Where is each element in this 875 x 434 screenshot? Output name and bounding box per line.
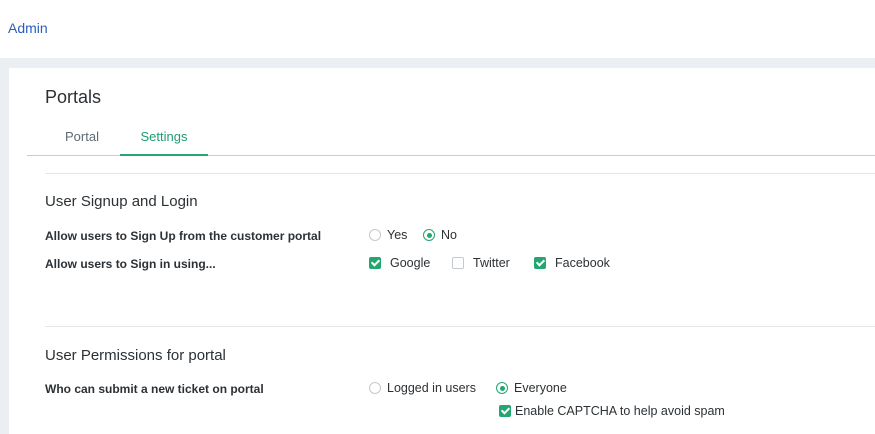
radio-yes-icon	[369, 229, 381, 241]
twitter-check-icon	[452, 257, 464, 269]
signin-facebook-checkbox[interactable]: Facebook	[534, 256, 610, 270]
tab-settings[interactable]: Settings	[120, 124, 208, 156]
section-divider	[45, 326, 875, 327]
google-check-icon	[369, 257, 381, 269]
signin-twitter-label: Twitter	[473, 256, 510, 270]
signup-yes-label: Yes	[387, 228, 408, 242]
submit-everyone-label: Everyone	[514, 381, 567, 395]
signin-google-checkbox[interactable]: Google	[369, 256, 430, 270]
signup-yes-radio[interactable]: Yes	[369, 228, 407, 242]
page-title: Portals	[45, 87, 102, 107]
signup-no-radio[interactable]: No	[423, 228, 457, 242]
captcha-check-icon	[499, 405, 511, 417]
facebook-check-icon	[534, 257, 546, 269]
signin-row-label: Allow users to Sign in using...	[45, 257, 216, 271]
signup-no-label: No	[441, 228, 457, 242]
submit-row-label: Who can submit a new ticket on portal	[45, 382, 264, 396]
radio-everyone-icon	[496, 382, 508, 394]
settings-panel: Portals Portal Settings User Signup and …	[9, 68, 875, 434]
signup-section-title: User Signup and Login	[45, 193, 198, 210]
breadcrumb-admin[interactable]: Admin	[8, 20, 48, 36]
signin-google-label: Google	[390, 256, 431, 270]
signup-row-label: Allow users to Sign Up from the customer…	[45, 229, 322, 243]
captcha-label: Enable CAPTCHA to help avoid spam	[515, 404, 725, 418]
signin-twitter-checkbox[interactable]: Twitter	[452, 256, 510, 270]
submit-logged-in-radio[interactable]: Logged in users	[369, 381, 476, 395]
permissions-section-title: User Permissions for portal	[45, 347, 226, 364]
tab-portal[interactable]: Portal	[45, 124, 119, 155]
section-divider	[45, 173, 875, 174]
captcha-checkbox[interactable]: Enable CAPTCHA to help avoid spam	[499, 404, 725, 418]
submit-everyone-radio[interactable]: Everyone	[496, 381, 567, 395]
top-bar: Admin	[0, 0, 875, 58]
signin-facebook-label: Facebook	[555, 256, 610, 270]
radio-logged-in-icon	[369, 382, 381, 394]
radio-no-icon	[423, 229, 435, 241]
tab-bar: Portal Settings	[27, 124, 875, 156]
submit-logged-in-label: Logged in users	[387, 381, 476, 395]
